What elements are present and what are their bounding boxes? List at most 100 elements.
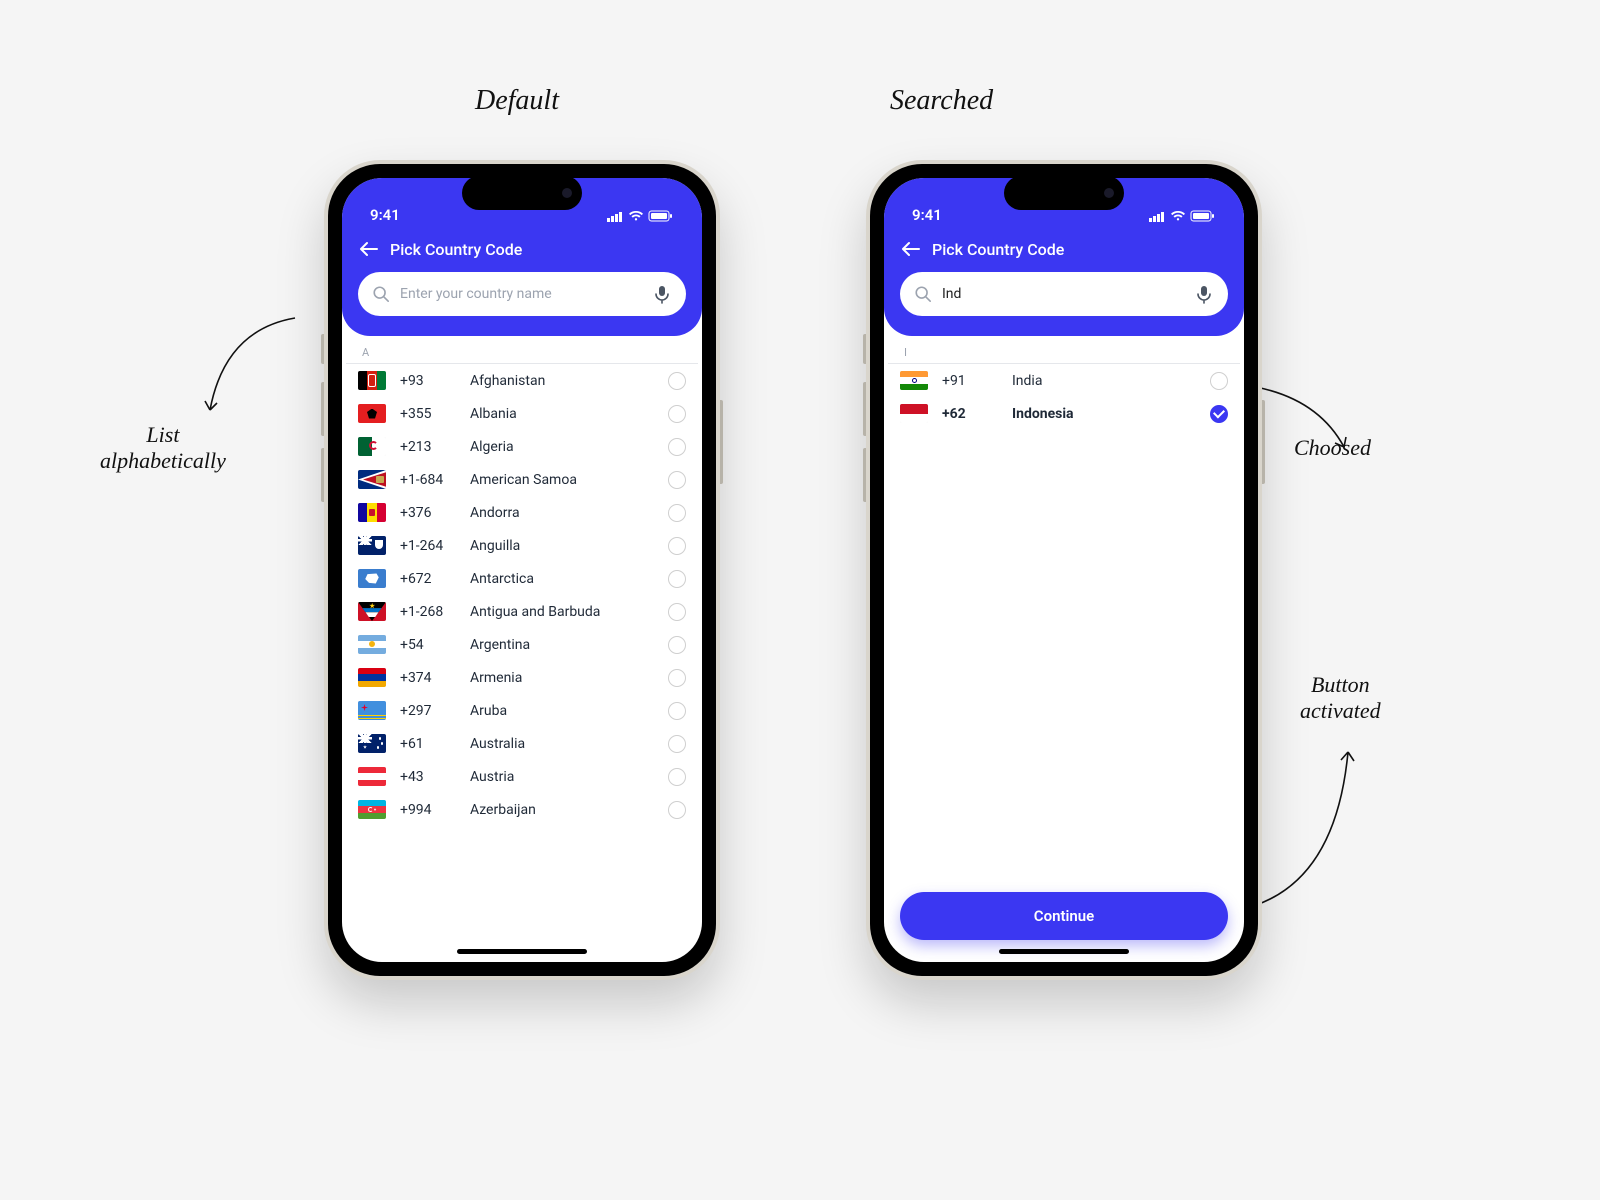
country-name: Azerbaijan: [470, 802, 654, 818]
country-name: American Samoa: [470, 472, 654, 488]
select-radio[interactable]: [668, 438, 686, 456]
status-icons: [1149, 206, 1216, 224]
flag-icon: [358, 701, 386, 720]
country-list[interactable]: +93Afghanistan+355Albania+213Algeria+1-6…: [342, 364, 702, 962]
dial-code: +376: [400, 505, 456, 521]
country-row[interactable]: +297 Aruba: [342, 694, 702, 727]
flag-icon: [358, 503, 386, 522]
dial-code: +91: [942, 373, 998, 389]
flag-icon: [358, 569, 386, 588]
country-name: Aruba: [470, 703, 654, 719]
country-row[interactable]: +1-268 Antigua and Barbuda: [342, 595, 702, 628]
country-name: Indonesia: [1012, 406, 1196, 422]
device-searched: 9:41 Pick Country Code: [866, 160, 1262, 980]
country-row[interactable]: +374Armenia: [342, 661, 702, 694]
country-name: Austria: [470, 769, 654, 785]
flag-icon: [900, 404, 928, 423]
flag-icon: [358, 602, 386, 621]
country-row[interactable]: +994 Azerbaijan: [342, 793, 702, 826]
dial-code: +93: [400, 373, 456, 389]
country-row[interactable]: +376Andorra: [342, 496, 702, 529]
section-header: I: [888, 336, 1240, 364]
status-icons: [607, 206, 674, 224]
country-row[interactable]: +355Albania: [342, 397, 702, 430]
flag-icon: [358, 734, 386, 753]
country-row[interactable]: +43 Austria: [342, 760, 702, 793]
select-radio[interactable]: [668, 603, 686, 621]
dial-code: +994: [400, 802, 456, 818]
country-row[interactable]: +213Algeria: [342, 430, 702, 463]
page-title: Pick Country Code: [390, 240, 522, 259]
select-radio[interactable]: [668, 768, 686, 786]
search-input[interactable]: [400, 286, 642, 302]
dial-code: +672: [400, 571, 456, 587]
select-radio[interactable]: [668, 801, 686, 819]
mic-icon[interactable]: [1194, 284, 1214, 304]
select-radio[interactable]: [668, 735, 686, 753]
search-icon: [914, 285, 932, 303]
search-bar[interactable]: [358, 272, 686, 316]
page-title: Pick Country Code: [932, 240, 1064, 259]
flag-icon: [358, 536, 386, 555]
flag-icon: [358, 404, 386, 423]
select-radio[interactable]: [1210, 405, 1228, 423]
arrow-alpha: [180, 310, 310, 430]
country-name: Afghanistan: [470, 373, 654, 389]
flag-icon: [358, 635, 386, 654]
dynamic-island: [462, 176, 582, 210]
country-row[interactable]: +54Argentina: [342, 628, 702, 661]
section-header: A: [346, 336, 698, 364]
select-radio[interactable]: [668, 570, 686, 588]
label-default: Default: [475, 85, 559, 117]
dial-code: +1-268: [400, 604, 456, 620]
flag-icon: [358, 668, 386, 687]
country-row[interactable]: +93 Afghanistan: [342, 364, 702, 397]
home-indicator: [999, 949, 1129, 954]
select-radio[interactable]: [668, 504, 686, 522]
flag-icon: [900, 371, 928, 390]
country-list[interactable]: +91 India +62 Indonesia: [884, 364, 1244, 878]
search-icon: [372, 285, 390, 303]
country-name: Australia: [470, 736, 654, 752]
country-name: Algeria: [470, 439, 654, 455]
search-input[interactable]: [942, 286, 1184, 302]
select-radio[interactable]: [668, 471, 686, 489]
dial-code: +61: [400, 736, 456, 752]
country-row[interactable]: +1-684 American Samoa: [342, 463, 702, 496]
arrow-left-icon: [359, 241, 379, 257]
country-row[interactable]: +62 Indonesia: [884, 397, 1244, 430]
continue-button[interactable]: Continue: [900, 892, 1228, 940]
mic-icon[interactable]: [652, 284, 672, 304]
country-row[interactable]: +61 Australia: [342, 727, 702, 760]
country-name: Antarctica: [470, 571, 654, 587]
back-button[interactable]: [900, 238, 922, 260]
select-radio[interactable]: [668, 405, 686, 423]
country-row[interactable]: +91 India: [884, 364, 1244, 397]
dial-code: +54: [400, 637, 456, 653]
select-radio[interactable]: [668, 372, 686, 390]
country-name: Anguilla: [470, 538, 654, 554]
flag-icon: [358, 371, 386, 390]
status-time: 9:41: [370, 206, 400, 224]
search-bar[interactable]: [900, 272, 1228, 316]
dial-code: +62: [942, 406, 998, 422]
country-row[interactable]: +672 Antarctica: [342, 562, 702, 595]
select-radio[interactable]: [1210, 372, 1228, 390]
flag-icon: [358, 767, 386, 786]
home-indicator: [457, 949, 587, 954]
dial-code: +1-264: [400, 538, 456, 554]
select-radio[interactable]: [668, 702, 686, 720]
country-name: Antigua and Barbuda: [470, 604, 654, 620]
flag-icon: [358, 437, 386, 456]
country-row[interactable]: +1-264 Anguilla: [342, 529, 702, 562]
back-button[interactable]: [358, 238, 380, 260]
dial-code: +1-684: [400, 472, 456, 488]
select-radio[interactable]: [668, 669, 686, 687]
dial-code: +43: [400, 769, 456, 785]
select-radio[interactable]: [668, 537, 686, 555]
select-radio[interactable]: [668, 636, 686, 654]
country-name: India: [1012, 373, 1196, 389]
dial-code: +355: [400, 406, 456, 422]
dial-code: +297: [400, 703, 456, 719]
label-searched: Searched: [890, 85, 993, 117]
